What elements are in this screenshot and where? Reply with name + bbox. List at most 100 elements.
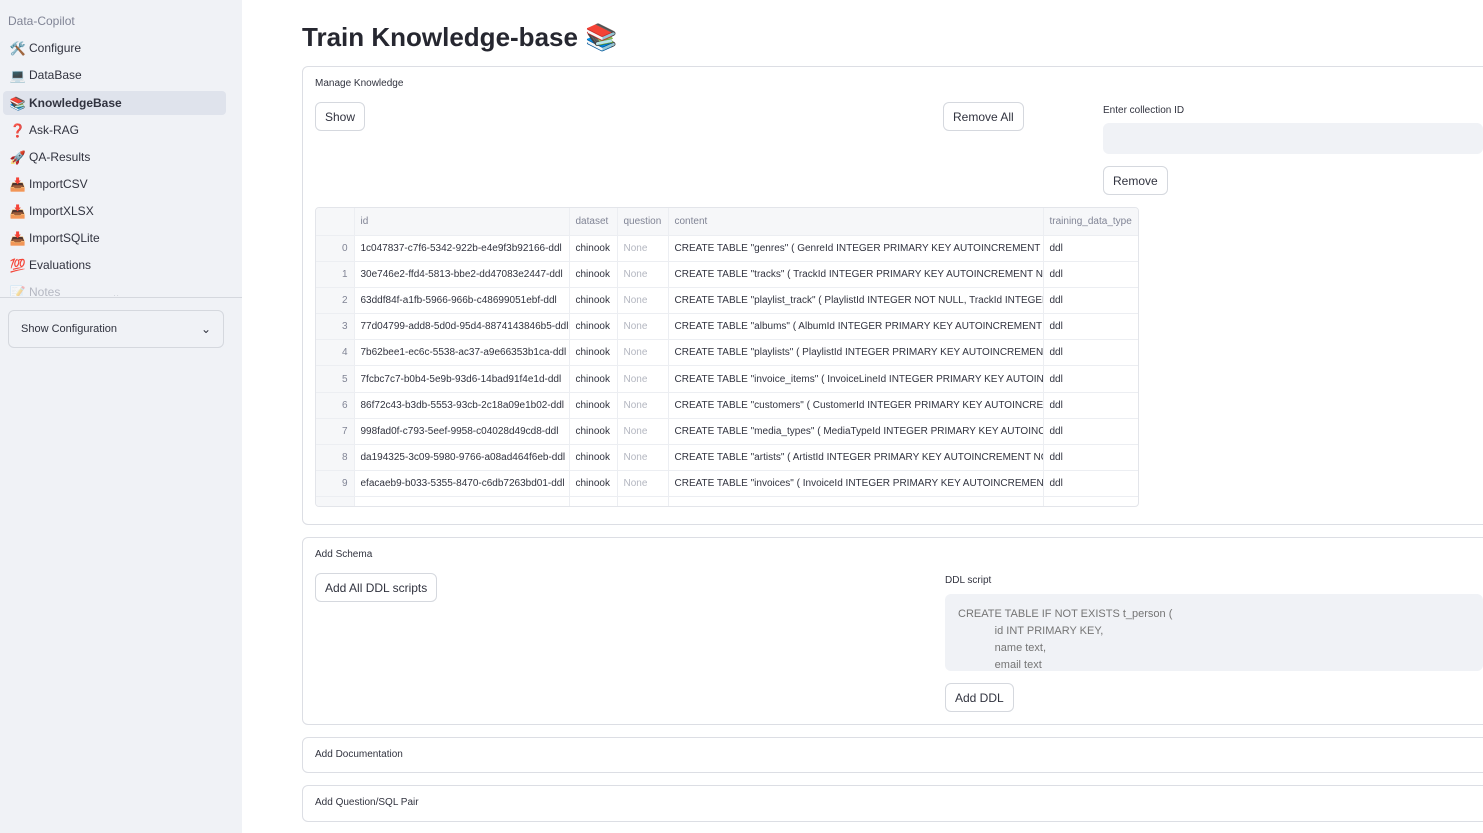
- column-header-training-data-type[interactable]: training_data_type: [1043, 208, 1138, 236]
- row-index: 1: [316, 261, 355, 288]
- cell-content[interactable]: CREATE TABLE "customers" ( CustomerId IN…: [668, 392, 1044, 419]
- cell-dataset[interactable]: chinook: [569, 444, 618, 472]
- cell-dataset[interactable]: chinook: [569, 313, 618, 341]
- sidebar-item-label: KnowledgeBase: [29, 96, 122, 110]
- cell-question[interactable]: None: [617, 444, 669, 472]
- add-documentation-expander[interactable]: Add Documentation: [302, 737, 1483, 773]
- ddl-script-textarea[interactable]: [945, 594, 1483, 671]
- sidebar-item-evaluations[interactable]: 💯 Evaluations: [3, 253, 226, 277]
- collection-id-input[interactable]: [1103, 123, 1483, 154]
- cell-id[interactable]: efacaeb9-b033-5355-8470-c6db7263bd01-ddl: [354, 470, 570, 498]
- add-ddl-button[interactable]: Add DDL: [945, 683, 1014, 712]
- add-question-sql-expander[interactable]: Add Question/SQL Pair: [302, 785, 1483, 822]
- sidebar-item-importxlsx[interactable]: 📥 ImportXLSX: [3, 199, 226, 223]
- cell-training-data-type[interactable]: ddl: [1043, 392, 1138, 419]
- column-header-content[interactable]: content: [668, 208, 1044, 236]
- column-header-dataset[interactable]: dataset: [569, 208, 618, 236]
- cell-id[interactable]: 30e746e2-ffd4-5813-bbe2-dd47083e2447-ddl: [354, 261, 570, 288]
- table-row: 3 77d04799-add8-5d0d-95d4-8874143846b5-d…: [316, 313, 1138, 341]
- expander-label: Show Configuration: [21, 323, 118, 335]
- column-header-id[interactable]: id: [354, 208, 570, 236]
- row-index: 2: [316, 287, 355, 315]
- cell-id[interactable]: 86f72c43-b3db-5553-93cb-2c18a09e1b02-ddl: [354, 392, 570, 419]
- knowledge-table[interactable]: id dataset question content training_dat…: [315, 207, 1139, 507]
- cell-id[interactable]: 1c047837-c7f6-5342-922b-e4e9f3b92166-ddl: [354, 235, 570, 262]
- inbox-icon: 📥: [9, 230, 27, 246]
- cell-dataset[interactable]: chinook: [569, 287, 618, 315]
- cell-training-data-type[interactable]: ddl: [1043, 444, 1138, 472]
- sidebar-item-configure[interactable]: 🛠️ Configure: [3, 36, 226, 60]
- cell-dataset[interactable]: chinook: [569, 235, 618, 262]
- sidebar-item-label: Ask-RAG: [29, 123, 80, 137]
- row-index: 0: [316, 235, 355, 262]
- cell-training-data-type[interactable]: ddl: [1043, 313, 1138, 341]
- cell-content[interactable]: CREATE TABLE "playlists" ( PlaylistId IN…: [668, 339, 1044, 367]
- cell-training-data-type[interactable]: ddl: [1043, 261, 1138, 288]
- show-configuration-expander[interactable]: Show Configuration ⌄: [8, 310, 224, 348]
- sidebar-item-label: Evaluations: [29, 258, 92, 272]
- cell-question[interactable]: None: [617, 365, 669, 393]
- inbox-icon: 📥: [9, 203, 27, 219]
- remove-all-button[interactable]: Remove All: [943, 102, 1024, 131]
- cell-content[interactable]: CREATE TABLE "genres" ( GenreId INTEGER …: [668, 235, 1044, 262]
- sidebar-item-knowledgebase[interactable]: 📚 KnowledgeBase: [3, 91, 226, 115]
- sidebar-item-label: QA-Results: [29, 150, 91, 164]
- cell-id[interactable]: 77d04799-add8-5d0d-95d4-8874143846b5-ddl: [354, 313, 570, 341]
- cell-dataset[interactable]: chinook: [569, 365, 618, 393]
- cell-id[interactable]: 7b62bee1-ec6c-5538-ac37-a9e66353b1ca-ddl: [354, 339, 570, 367]
- cell-id[interactable]: 7fcbc7c7-b0b4-5e9b-93d6-14bad91f4e1d-ddl: [354, 365, 570, 393]
- sidebar-nav: 🛠️ Configure 💻 DataBase 📚 KnowledgeBase …: [0, 36, 242, 296]
- cell-question[interactable]: None: [617, 339, 669, 367]
- cell-id[interactable]: da194325-3c09-5980-9766-a08ad464f6eb-ddl: [354, 444, 570, 472]
- cell-question[interactable]: None: [617, 470, 669, 498]
- column-header-question[interactable]: question: [617, 208, 669, 236]
- expander-label: Add Question/SQL Pair: [315, 797, 419, 808]
- collection-id-label: Enter collection ID: [1103, 105, 1185, 116]
- cell-training-data-type[interactable]: ddl: [1043, 365, 1138, 393]
- table-row: 8 da194325-3c09-5980-9766-a08ad464f6eb-d…: [316, 444, 1138, 472]
- row-index: 9: [316, 470, 355, 498]
- cell-id[interactable]: 998fad0f-c793-5eef-9958-c04028d49cd8-ddl: [354, 418, 570, 446]
- cell-training-data-type[interactable]: ddl: [1043, 287, 1138, 315]
- cell-question[interactable]: None: [617, 235, 669, 262]
- sidebar-item-ask-rag[interactable]: ❓ Ask-RAG: [3, 118, 226, 142]
- remove-button[interactable]: Remove: [1103, 166, 1168, 195]
- cell-training-data-type[interactable]: ddl: [1043, 235, 1138, 262]
- laptop-icon: 💻: [9, 67, 27, 83]
- cell-training-data-type[interactable]: ddl: [1043, 339, 1138, 367]
- cell-training-data-type[interactable]: ddl: [1043, 470, 1138, 498]
- show-button[interactable]: Show: [315, 102, 366, 131]
- cell-dataset[interactable]: chinook: [569, 418, 618, 446]
- cell-question[interactable]: None: [617, 261, 669, 288]
- column-header-index: [316, 208, 355, 236]
- sidebar-item-database[interactable]: 💻 DataBase: [3, 63, 226, 87]
- cell-content[interactable]: CREATE TABLE "albums" ( AlbumId INTEGER …: [668, 313, 1044, 341]
- cell-dataset[interactable]: chinook: [569, 261, 618, 288]
- cell-question[interactable]: None: [617, 313, 669, 341]
- cell-dataset[interactable]: chinook: [569, 392, 618, 419]
- cell-question[interactable]: None: [617, 392, 669, 419]
- chevron-down-icon[interactable]: ⌄: [112, 290, 120, 296]
- cell-dataset[interactable]: chinook: [569, 339, 618, 367]
- question-icon: ❓: [9, 122, 27, 138]
- cell-content[interactable]: CREATE TABLE "invoice_items" ( InvoiceLi…: [668, 365, 1044, 393]
- sidebar-divider: [0, 297, 242, 298]
- cell-id[interactable]: 63ddf84f-a1fb-5966-966b-c48699051ebf-ddl: [354, 287, 570, 315]
- cell-dataset[interactable]: chinook: [569, 470, 618, 498]
- sidebar-item-label: Notes: [29, 285, 61, 296]
- cell-content[interactable]: CREATE TABLE "artists" ( ArtistId INTEGE…: [668, 444, 1044, 472]
- cell-content[interactable]: CREATE TABLE "tracks" ( TrackId INTEGER …: [668, 261, 1044, 288]
- cell-content[interactable]: CREATE TABLE "playlist_track" ( Playlist…: [668, 287, 1044, 315]
- cell-content[interactable]: CREATE TABLE "invoices" ( InvoiceId INTE…: [668, 470, 1044, 498]
- cell-question[interactable]: None: [617, 418, 669, 446]
- table-row: 1 30e746e2-ffd4-5813-bbe2-dd47083e2447-d…: [316, 261, 1138, 288]
- sidebar-item-importcsv[interactable]: 📥 ImportCSV: [3, 172, 226, 196]
- cell-question[interactable]: None: [617, 287, 669, 315]
- cell-content[interactable]: CREATE TABLE "media_types" ( MediaTypeId…: [668, 418, 1044, 446]
- row-index: 4: [316, 339, 355, 367]
- sidebar-item-importsqlite[interactable]: 📥 ImportSQLite: [3, 226, 226, 250]
- cell-training-data-type[interactable]: ddl: [1043, 418, 1138, 446]
- add-all-ddl-button[interactable]: Add All DDL scripts: [315, 573, 438, 602]
- sidebar-item-qa-results[interactable]: 🚀 QA-Results: [3, 145, 226, 169]
- books-icon: 📚: [9, 95, 27, 111]
